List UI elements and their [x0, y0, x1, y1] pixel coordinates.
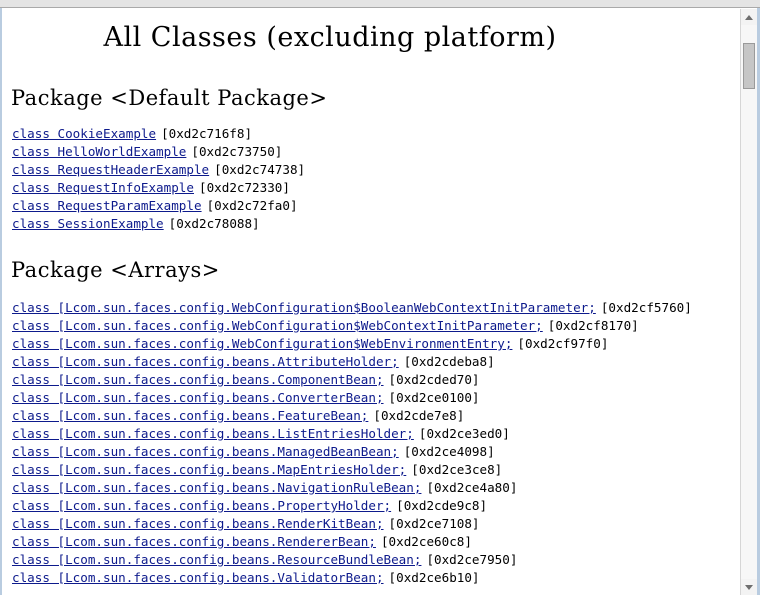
class-link[interactable]: class RequestHeaderExample	[12, 162, 209, 177]
class-address: [0xd2ce3ed0]	[418, 426, 510, 441]
class-address: [0xd2ce6b10]	[388, 570, 480, 585]
class-link[interactable]: class [Lcom.sun.faces.config.WebConfigur…	[12, 300, 596, 315]
class-entry: class [Lcom.sun.faces.config.beans.Resou…	[12, 551, 735, 569]
class-link[interactable]: class [Lcom.sun.faces.config.beans.MapEn…	[12, 462, 406, 477]
scroll-up-button[interactable]	[741, 9, 757, 25]
class-address: [0xd2cf5760]	[600, 300, 692, 315]
class-entry: class SessionExample [0xd2c78088]	[12, 215, 735, 233]
package-heading: Package <Default Package>	[11, 86, 328, 110]
class-link[interactable]: class [Lcom.sun.faces.config.beans.Compo…	[12, 372, 384, 387]
class-link[interactable]: class [Lcom.sun.faces.config.WebConfigur…	[12, 318, 543, 333]
scroll-down-button[interactable]	[741, 579, 757, 595]
class-address: [0xd2c72330]	[198, 180, 290, 195]
class-entry: class [Lcom.sun.faces.config.WebConfigur…	[12, 299, 735, 317]
class-address: [0xd2cde9c8]	[396, 498, 488, 513]
class-entry: class RequestInfoExample [0xd2c72330]	[12, 179, 735, 197]
class-address: [0xd2ce0100]	[388, 390, 480, 405]
class-address: [0xd2c78088]	[168, 216, 260, 231]
arrow-up-icon	[745, 14, 753, 20]
class-address: [0xd2c72fa0]	[206, 198, 298, 213]
class-link[interactable]: class [Lcom.sun.faces.config.beans.Featu…	[12, 408, 368, 423]
class-entry: class [Lcom.sun.faces.config.beans.MapEn…	[12, 461, 735, 479]
class-address: [0xd2ce4a80]	[426, 480, 518, 495]
class-address: [0xd2cded70]	[388, 372, 480, 387]
class-address: [0xd2cf8170]	[547, 318, 639, 333]
class-link[interactable]: class RequestParamExample	[12, 198, 202, 213]
class-link[interactable]: class [Lcom.sun.faces.config.beans.Prope…	[12, 498, 391, 513]
class-entry: class [Lcom.sun.faces.config.beans.Manag…	[12, 443, 735, 461]
class-entry: class [Lcom.sun.faces.config.beans.Rende…	[12, 515, 735, 533]
package-heading: Package <Arrays>	[11, 258, 220, 282]
document-scroll-area[interactable]: All Classes (excluding platform) Package…	[5, 9, 735, 595]
class-address: [0xd2c716f8]	[161, 126, 253, 141]
class-entry: class [Lcom.sun.faces.config.beans.Navig…	[12, 479, 735, 497]
class-link[interactable]: class [Lcom.sun.faces.config.beans.Rende…	[12, 534, 376, 549]
arrow-down-icon	[745, 584, 753, 590]
class-link[interactable]: class [Lcom.sun.faces.config.beans.Valid…	[12, 570, 384, 585]
class-entry: class RequestParamExample [0xd2c72fa0]	[12, 197, 735, 215]
class-entry-list: class [Lcom.sun.faces.config.WebConfigur…	[5, 299, 735, 587]
class-entry: class [Lcom.sun.faces.config.beans.Conve…	[12, 389, 735, 407]
class-entry: class HelloWorldExample [0xd2c73750]	[12, 143, 735, 161]
class-address: [0xd2c74738]	[214, 162, 306, 177]
class-entry: class [Lcom.sun.faces.config.WebConfigur…	[12, 335, 735, 353]
class-link[interactable]: class CookieExample	[12, 126, 156, 141]
class-link[interactable]: class [Lcom.sun.faces.config.beans.Resou…	[12, 552, 421, 567]
class-address: [0xd2cf97f0]	[517, 336, 609, 351]
class-entry: class [Lcom.sun.faces.config.beans.ListE…	[12, 425, 735, 443]
class-link[interactable]: class RequestInfoExample	[12, 180, 194, 195]
package-list: Package <Default Package> class CookieExa…	[5, 86, 735, 587]
class-entry: class [Lcom.sun.faces.config.beans.Prope…	[12, 497, 735, 515]
class-entry: class [Lcom.sun.faces.config.WebConfigur…	[12, 317, 735, 335]
class-link[interactable]: class [Lcom.sun.faces.config.beans.Manag…	[12, 444, 399, 459]
class-link[interactable]: class SessionExample	[12, 216, 164, 231]
class-entry: class [Lcom.sun.faces.config.beans.Compo…	[12, 371, 735, 389]
class-link[interactable]: class HelloWorldExample	[12, 144, 186, 159]
page-title: All Classes (excluding platform)	[103, 22, 557, 53]
class-link[interactable]: class [Lcom.sun.faces.config.beans.Attri…	[12, 354, 399, 369]
class-address: [0xd2ce60c8]	[380, 534, 472, 549]
class-address: [0xd2ce7108]	[388, 516, 480, 531]
class-link[interactable]: class [Lcom.sun.faces.config.WebConfigur…	[12, 336, 512, 351]
class-link[interactable]: class [Lcom.sun.faces.config.beans.Conve…	[12, 390, 384, 405]
class-entry: class [Lcom.sun.faces.config.beans.Valid…	[12, 569, 735, 587]
class-entry: class [Lcom.sun.faces.config.beans.Attri…	[12, 353, 735, 371]
class-link[interactable]: class [Lcom.sun.faces.config.beans.ListE…	[12, 426, 414, 441]
class-entry: class RequestHeaderExample [0xd2c74738]	[12, 161, 735, 179]
vertical-scrollbar[interactable]	[740, 9, 757, 595]
window-top-strip	[0, 0, 760, 8]
class-address: [0xd2c73750]	[191, 144, 283, 159]
class-link[interactable]: class [Lcom.sun.faces.config.beans.Rende…	[12, 516, 384, 531]
class-entry: class CookieExample [0xd2c716f8]	[12, 125, 735, 143]
class-address: [0xd2cdeba8]	[403, 354, 495, 369]
class-entry-list: class CookieExample [0xd2c716f8] class Hel…	[5, 125, 735, 233]
class-browser-window: All Classes (excluding platform) Package…	[0, 0, 760, 595]
class-entry: class [Lcom.sun.faces.config.beans.Featu…	[12, 407, 735, 425]
class-address: [0xd2ce3ce8]	[411, 462, 503, 477]
class-address: [0xd2ce7950]	[426, 552, 518, 567]
class-link[interactable]: class [Lcom.sun.faces.config.beans.Navig…	[12, 480, 421, 495]
scrollbar-thumb[interactable]	[743, 43, 755, 89]
class-address: [0xd2cde7e8]	[373, 408, 465, 423]
class-address: [0xd2ce4098]	[403, 444, 495, 459]
scrollbar-track[interactable]	[741, 25, 757, 579]
class-entry: class [Lcom.sun.faces.config.beans.Rende…	[12, 533, 735, 551]
